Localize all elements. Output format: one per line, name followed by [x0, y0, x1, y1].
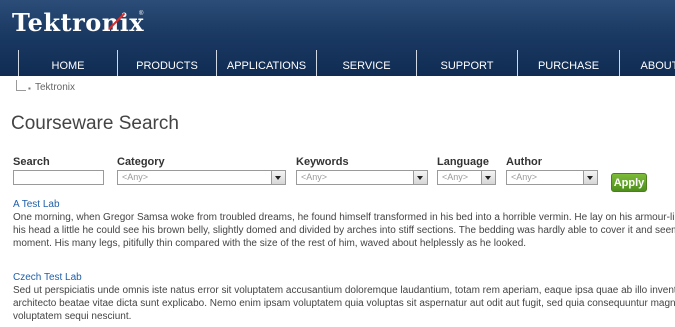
nav-about[interactable]: ABOUT — [619, 50, 675, 76]
nav-applications[interactable]: APPLICATIONS — [216, 50, 316, 76]
category-label: Category — [117, 156, 165, 168]
author-select-value: <Any> — [511, 172, 538, 182]
nav-home[interactable]: HOME — [18, 50, 117, 76]
chevron-down-icon[interactable] — [413, 171, 427, 184]
chevron-down-icon[interactable] — [583, 171, 597, 184]
chevron-down-icon[interactable] — [271, 171, 285, 184]
result-description-line: voluptatem sequi nesciunt. — [13, 311, 132, 322]
result-description-line: his head a little he could see his brown… — [13, 225, 675, 236]
language-label: Language — [437, 156, 489, 168]
result-description-line: moment. His many legs, pitifully thin co… — [13, 238, 527, 249]
result-description: One morning, when Gregor Samsa woke from… — [13, 211, 675, 250]
search-input[interactable] — [13, 170, 104, 185]
keywords-select-value: <Any> — [301, 172, 328, 182]
author-select[interactable]: <Any> — [506, 170, 598, 185]
breadcrumb-connector — [16, 80, 26, 91]
keywords-label: Keywords — [296, 156, 349, 168]
result-title-link[interactable]: Czech Test Lab — [13, 272, 82, 283]
nav-purchase[interactable]: PURCHASE — [517, 50, 619, 76]
apply-button[interactable]: Apply — [611, 173, 647, 192]
result-description: Sed ut perspiciatis unde omnis iste natu… — [13, 284, 675, 323]
category-select-value: <Any> — [122, 172, 149, 182]
breadcrumb-bullet-icon: ▪ — [28, 84, 31, 93]
search-label: Search — [13, 156, 50, 168]
nav-products[interactable]: PRODUCTS — [117, 50, 216, 76]
breadcrumb-item-tektronix[interactable]: Tektronix — [35, 82, 75, 93]
main-nav: HOME PRODUCTS APPLICATIONS SERVICE SUPPO… — [0, 50, 675, 76]
logo-registered-mark: ® — [139, 11, 144, 17]
chevron-down-icon[interactable] — [481, 171, 495, 184]
result-description-line: architecto beatae vitae dicta sunt expli… — [13, 298, 675, 309]
result-description-line: Sed ut perspiciatis unde omnis iste natu… — [13, 285, 675, 296]
author-label: Author — [506, 156, 543, 168]
keywords-select[interactable]: <Any> — [296, 170, 428, 185]
nav-support[interactable]: SUPPORT — [416, 50, 517, 76]
language-select-value: <Any> — [442, 172, 469, 182]
result-title-link[interactable]: A Test Lab — [13, 199, 60, 210]
result-description-line: One morning, when Gregor Samsa woke from… — [13, 212, 675, 223]
category-select[interactable]: <Any> — [117, 170, 286, 185]
nav-service[interactable]: SERVICE — [316, 50, 416, 76]
page-title: Courseware Search — [11, 113, 179, 134]
language-select[interactable]: <Any> — [437, 170, 496, 185]
site-header: Tektronix ® HOME PRODUCTS APPLICATIONS S… — [0, 0, 675, 76]
